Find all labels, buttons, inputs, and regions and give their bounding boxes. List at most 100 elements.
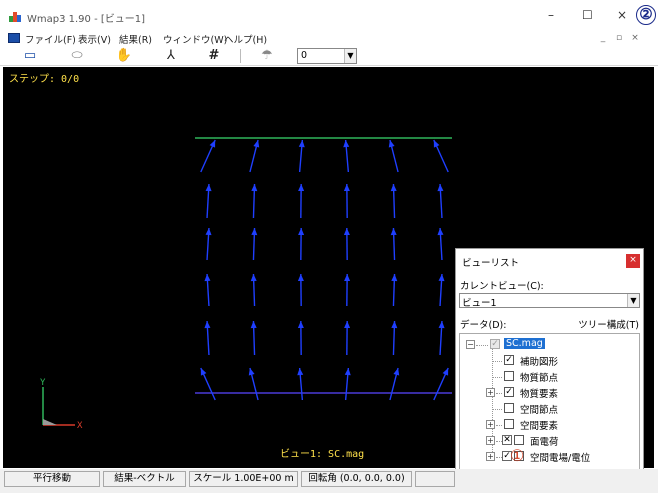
tree-label-root: SC.mag [504, 338, 545, 349]
menu-help[interactable]: ヘルプ(H) [224, 32, 267, 46]
visibility-checkbox[interactable]: ✓ [504, 387, 514, 397]
field-arrow-head [438, 321, 445, 329]
visibility-checkbox[interactable]: ✓ [504, 355, 514, 365]
menu-file[interactable]: ファイル(F) [25, 32, 76, 46]
tree-item-label: 補助図形 [520, 357, 559, 368]
collapse-icon[interactable]: − [466, 340, 475, 349]
visibility-checkbox[interactable] [504, 371, 514, 381]
tree-item-label: 空間電場/電位 [530, 453, 591, 464]
axes-icon[interactable]: ⅄ [161, 47, 181, 65]
tree-row-aux-figure[interactable]: ✓ 補助図形 [466, 354, 636, 368]
field-arrow-head [437, 184, 444, 192]
tree-config-button[interactable]: ツリー構成(T) [578, 317, 639, 331]
field-arrow-head [205, 228, 212, 236]
menu-window[interactable]: ウィンドウ(W) [163, 32, 227, 46]
chevron-down-icon[interactable]: ▼ [344, 49, 356, 63]
toolbar: ▭ ⬭ ✋ ⅄ # ☂ 0 ▼ [0, 46, 658, 66]
tree-row-space-field[interactable]: + ✓ 空間電場/電位 [466, 450, 636, 464]
tree-row-space-node[interactable]: 空間節点 [466, 402, 636, 416]
annotation-badge-2: ② [636, 5, 656, 25]
tree-item-label: 面電荷 [530, 437, 559, 448]
tree-row-space-element[interactable]: + 空間要素 [466, 418, 636, 432]
hand-pan-icon[interactable]: ✋ [114, 47, 134, 65]
field-arrow-head [344, 274, 351, 282]
partial-check-icon[interactable]: ✕ [502, 435, 512, 445]
status-bar: 平行移動 結果-ベクトル スケール 1.00E+00 m 回転角 (0.0, 0… [0, 469, 658, 493]
visibility-checkbox[interactable] [504, 419, 514, 429]
field-arrow-head [205, 184, 212, 192]
axis-origin-marker [43, 419, 57, 425]
grid-icon[interactable]: # [204, 47, 224, 65]
tree-item-label: 物質要素 [520, 389, 559, 400]
document-window-icon[interactable] [8, 33, 20, 43]
annotation-badge-1: ① [510, 446, 525, 465]
field-arrow-head [343, 228, 350, 236]
status-result-type: 結果-ベクトル [103, 471, 186, 487]
field-arrow-head [391, 321, 398, 329]
step-select[interactable]: 0 ▼ [297, 48, 357, 64]
tree-item-label: 空間要素 [520, 421, 559, 432]
tree-item-label: 空間節点 [520, 405, 559, 416]
fit-view-icon[interactable]: ▭ [20, 47, 40, 65]
tree-row-surface-charge[interactable]: + ✕ 面電荷 [466, 434, 636, 448]
field-arrow-head [437, 228, 444, 236]
current-view-select[interactable]: ビュー1 ▼ [459, 293, 640, 309]
status-rotation: 回転角 (0.0, 0.0, 0.0) [301, 471, 412, 487]
field-arrow-head [343, 184, 350, 192]
expand-icon[interactable]: + [486, 436, 495, 445]
status-empty-cell [415, 471, 455, 487]
field-arrow-head [250, 274, 257, 282]
field-arrow-head [251, 228, 258, 236]
data-label: データ(D): [460, 320, 507, 331]
status-scale: スケール 1.00E+00 m [189, 471, 298, 487]
mdi-minimize-button[interactable]: _ [597, 33, 609, 44]
panel-close-button[interactable]: × [626, 254, 640, 268]
field-arrow-head [344, 321, 351, 329]
eraser-icon[interactable]: ⬭ [67, 47, 87, 65]
tree-row-material-node[interactable]: 物質節点 [466, 370, 636, 384]
animation-icon[interactable]: ☂ [257, 47, 277, 65]
step-select-value: 0 [301, 50, 308, 61]
root-checkbox[interactable]: ✓ [490, 339, 500, 349]
window-title: Wmap3 1.90 - [ビュー1] [27, 14, 146, 25]
title-bar: Wmap3 1.90 - [ビュー1] – ☐ × ② [0, 0, 658, 32]
arrow-group [200, 139, 449, 401]
field-arrow-head [298, 228, 305, 236]
close-button[interactable]: × [617, 8, 627, 22]
mdi-restore-button[interactable]: ▫ [613, 33, 625, 44]
axis-x-label: X [77, 421, 83, 431]
data-tree[interactable]: − ✓ SC.mag ✓ 補助図形物質節点 + ✓ 物質要素空間節点 + 空間要素 + ✕ 面電荷… [459, 333, 640, 485]
view-list-panel: ビューリスト × カレントビュー(C): ビュー1 ▼ データ(D): ツリー構… [455, 248, 644, 488]
toolbar-separator [240, 49, 241, 63]
field-arrow-head [438, 274, 445, 282]
field-arrow-head [204, 274, 211, 282]
view-caption: ビュー1: SC.mag [280, 449, 365, 460]
field-arrow-head [297, 321, 304, 329]
expand-icon[interactable]: + [486, 388, 495, 397]
field-arrow-head [390, 184, 397, 192]
expand-icon[interactable]: + [486, 452, 495, 461]
tree-row-material-element[interactable]: + ✓ 物質要素 [466, 386, 636, 400]
expand-icon[interactable]: + [486, 420, 495, 429]
axis-y-label: Y [40, 378, 46, 388]
panel-title: ビューリスト [462, 258, 520, 269]
status-pan-mode: 平行移動 [4, 471, 100, 487]
mdi-close-button[interactable]: × [629, 33, 641, 44]
maximize-button[interactable]: ☐ [582, 8, 593, 22]
visibility-checkbox[interactable] [504, 403, 514, 413]
field-arrow-head [251, 184, 258, 192]
chevron-down-icon[interactable]: ▼ [627, 294, 639, 307]
field-arrow-head [391, 274, 398, 282]
field-arrow-head [390, 228, 397, 236]
field-arrow-head [298, 184, 305, 192]
tree-item-label: 物質節点 [520, 373, 559, 384]
app-logo-icon [9, 12, 21, 22]
menu-result[interactable]: 結果(R) [119, 32, 152, 46]
menu-view[interactable]: 表示(V) [78, 32, 111, 46]
field-arrow-head [204, 321, 211, 329]
visibility-checkbox[interactable] [514, 435, 524, 445]
minimize-button[interactable]: – [548, 8, 554, 22]
menu-bar: ファイル(F) 表示(V) 結果(R) ウィンドウ(W) ヘルプ(H) _ ▫ … [0, 32, 658, 46]
current-view-label: カレントビュー(C): [460, 281, 544, 292]
field-arrow-head [297, 274, 304, 282]
